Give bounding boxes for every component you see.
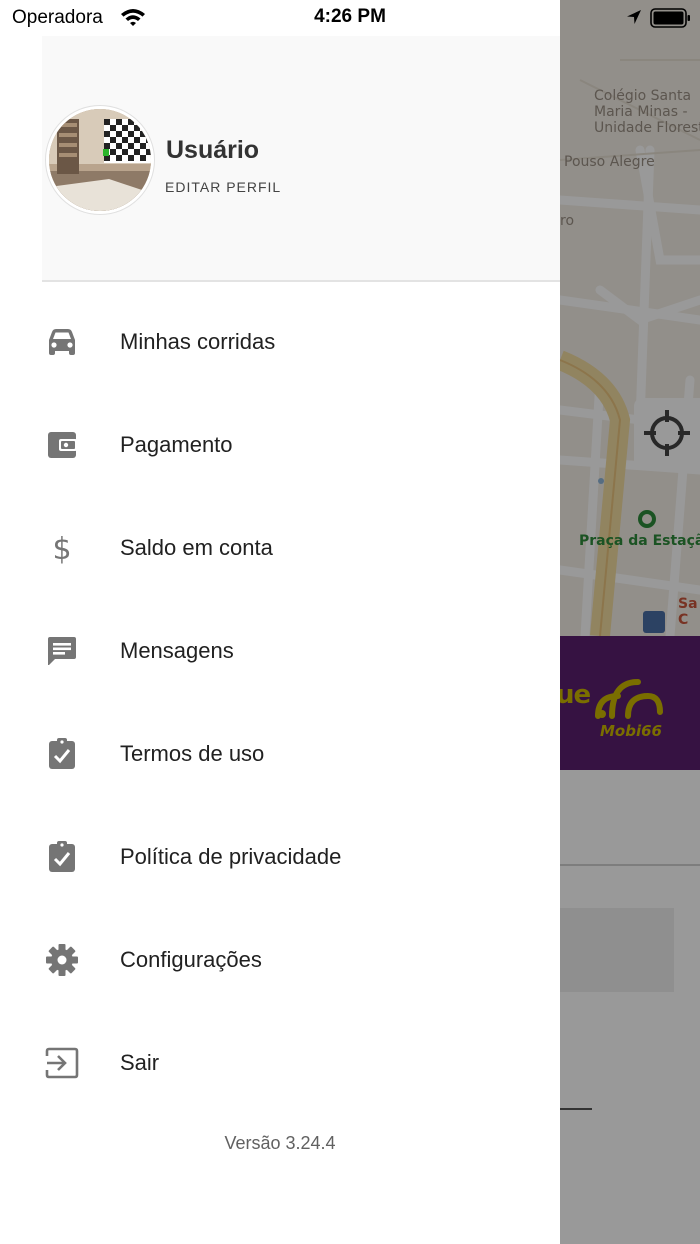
exit-icon [42, 1011, 82, 1114]
location-arrow-icon [627, 10, 641, 24]
menu-item-pagamento[interactable]: Pagamento [0, 393, 560, 496]
menu-item-label: Minhas corridas [120, 328, 276, 354]
clipboard-check-icon [42, 702, 82, 805]
dollar-icon: $ [42, 496, 82, 599]
edit-profile-link[interactable]: EDITAR PERFIL [165, 179, 281, 195]
clipboard-check-icon [42, 805, 82, 908]
menu-item-label: Saldo em conta [120, 534, 273, 560]
menu-item-label: Política de privacidade [120, 843, 342, 869]
battery-icon [650, 8, 690, 28]
svg-text:$: $ [52, 532, 71, 565]
status-bar: Operadora 4:26 PM [0, 0, 700, 36]
gear-icon [42, 908, 82, 1011]
menu-item-label: Mensagens [120, 637, 234, 663]
status-time: 4:26 PM [314, 6, 386, 27]
app-version: Versão 3.24.4 [224, 1133, 336, 1153]
menu-item-mensagens[interactable]: Mensagens [0, 599, 560, 702]
menu-item-label: Pagamento [120, 431, 233, 457]
menu-item-minhas-corridas[interactable]: Minhas corridas [0, 290, 560, 393]
user-name: Usuário [166, 136, 260, 164]
menu-item-configuracoes[interactable]: Configurações [0, 908, 560, 1011]
menu-item-label: Sair [120, 1049, 160, 1075]
avatar-image [49, 109, 151, 211]
menu-item-sair[interactable]: Sair [0, 1011, 560, 1114]
menu-item-politica-de-privacidade[interactable]: Política de privacidade [0, 805, 560, 908]
avatar[interactable] [46, 106, 154, 214]
menu-item-label: Termos de uso [120, 740, 265, 766]
message-icon [42, 599, 82, 702]
side-drawer: Usuário EDITAR PERFIL Minhas corridas Pa… [0, 0, 560, 1244]
wallet-icon [42, 393, 82, 496]
menu-item-label: Configurações [120, 946, 262, 972]
menu-item-termos-de-uso[interactable]: Termos de uso [0, 702, 560, 805]
menu-item-saldo-em-conta[interactable]: $ Saldo em conta [0, 496, 560, 599]
car-icon [42, 290, 82, 393]
